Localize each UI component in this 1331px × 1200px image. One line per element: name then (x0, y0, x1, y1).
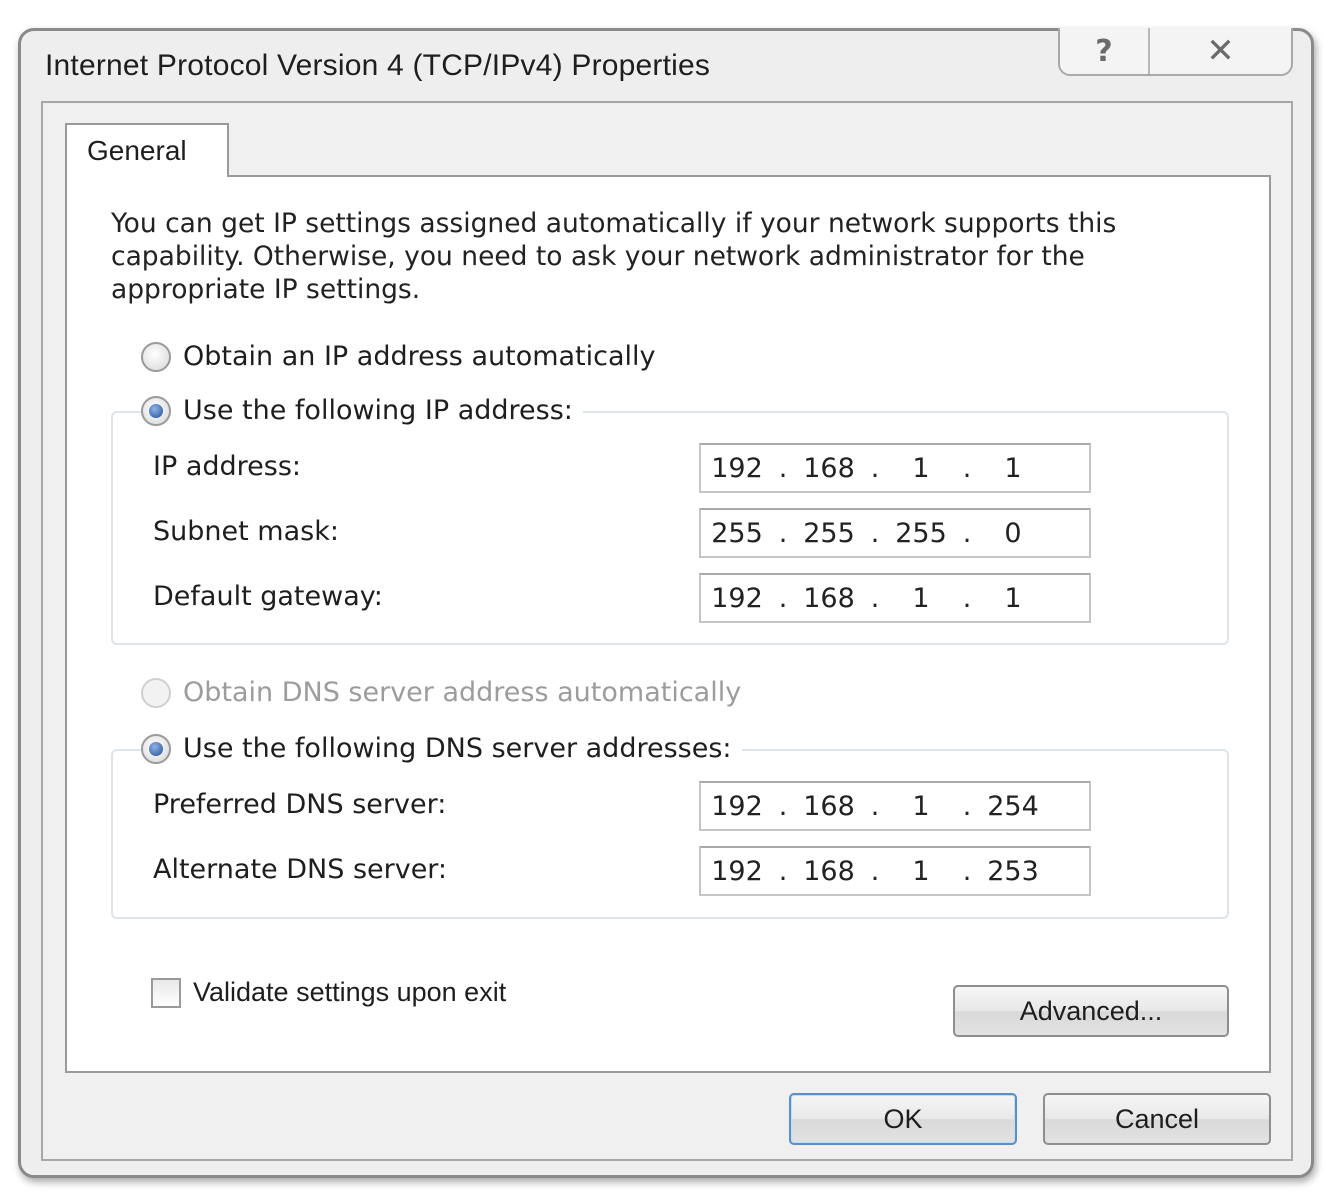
close-icon: ✕ (1206, 31, 1235, 71)
dot: . (962, 452, 972, 484)
octet: 192 (711, 452, 763, 484)
octet: 1 (912, 452, 930, 484)
dot: . (778, 452, 788, 484)
default-gateway-label: Default gateway: (153, 581, 383, 612)
dot: . (778, 517, 788, 549)
validate-settings-row[interactable]: Validate settings upon exit (151, 977, 506, 1008)
dot: . (962, 582, 972, 614)
caption-buttons: ? ✕ (1058, 28, 1293, 76)
dot: . (870, 582, 880, 614)
ok-button[interactable]: OK (789, 1093, 1017, 1145)
dialog-title: Internet Protocol Version 4 (TCP/IPv4) P… (45, 49, 711, 82)
dot: . (778, 790, 788, 822)
ip-address-label: IP address: (153, 451, 301, 482)
dot: . (962, 855, 972, 887)
octet: 255 (895, 517, 947, 549)
alternate-dns-label: Alternate DNS server: (153, 854, 448, 885)
use-following-ip-radio-row[interactable]: Use the following IP address: (141, 395, 583, 426)
validate-settings-label: Validate settings upon exit (193, 977, 507, 1007)
dot: . (778, 855, 788, 887)
help-button[interactable]: ? (1060, 28, 1150, 74)
cancel-button[interactable]: Cancel (1043, 1093, 1271, 1145)
alternate-dns-input[interactable]: 192. 168. 1. 253 (699, 846, 1091, 896)
dot: . (778, 582, 788, 614)
advanced-button[interactable]: Advanced... (953, 985, 1229, 1037)
validate-settings-checkbox[interactable] (151, 977, 181, 1008)
use-following-ip-label: Use the following IP address: (183, 395, 573, 426)
octet: 1 (912, 855, 930, 887)
obtain-dns-auto-radio-row[interactable]: Obtain DNS server address automatically (141, 677, 752, 708)
octet: 1 (912, 582, 930, 614)
octet: 1 (912, 790, 930, 822)
use-following-dns-radio[interactable] (141, 733, 171, 764)
obtain-dns-auto-label: Obtain DNS server address automatically (183, 677, 742, 708)
octet: 0 (1004, 517, 1022, 549)
dot: . (870, 790, 880, 822)
obtain-dns-auto-radio[interactable] (141, 677, 171, 708)
use-following-dns-label: Use the following DNS server addresses: (183, 733, 732, 764)
dot: . (962, 790, 972, 822)
ipv4-properties-dialog: Internet Protocol Version 4 (TCP/IPv4) P… (18, 28, 1314, 1178)
dot: . (870, 855, 880, 887)
close-button[interactable]: ✕ (1150, 28, 1291, 74)
use-following-dns-radio-row[interactable]: Use the following DNS server addresses: (141, 733, 742, 764)
octet: 168 (803, 582, 855, 614)
octet: 255 (711, 517, 763, 549)
use-following-ip-radio[interactable] (141, 395, 171, 426)
octet: 192 (711, 582, 763, 614)
default-gateway-input[interactable]: 192. 168. 1. 1 (699, 573, 1091, 623)
octet: 168 (803, 855, 855, 887)
general-tab-panel: You can get IP settings assigned automat… (65, 175, 1271, 1073)
dialog-client-area: General You can get IP settings assigned… (41, 101, 1293, 1161)
preferred-dns-input[interactable]: 192. 168. 1. 254 (699, 781, 1091, 831)
obtain-ip-auto-radio[interactable] (141, 341, 171, 372)
octet: 255 (803, 517, 855, 549)
octet: 168 (803, 790, 855, 822)
ip-address-group: IP address: 192. 168. 1. 1 Subnet mask: 255… (111, 411, 1229, 645)
subnet-mask-label: Subnet mask: (153, 516, 339, 547)
dns-server-group: Preferred DNS server: 192. 168. 1. 254 Alte… (111, 749, 1229, 919)
octet: 1 (1004, 582, 1022, 614)
octet: 192 (711, 855, 763, 887)
preferred-dns-label: Preferred DNS server: (153, 789, 447, 820)
question-mark-icon: ? (1095, 33, 1113, 69)
dot: . (870, 452, 880, 484)
octet: 253 (987, 855, 1039, 887)
subnet-mask-input[interactable]: 255. 255. 255. 0 (699, 508, 1091, 558)
octet: 1 (1004, 452, 1022, 484)
dot: . (962, 517, 972, 549)
description-text: You can get IP settings assigned automat… (111, 208, 1117, 305)
tab-general[interactable]: General (65, 123, 229, 177)
ip-address-input[interactable]: 192. 168. 1. 1 (699, 443, 1091, 493)
obtain-ip-auto-radio-row[interactable]: Obtain an IP address automatically (141, 341, 666, 372)
dot: . (870, 517, 880, 549)
octet: 168 (803, 452, 855, 484)
octet: 192 (711, 790, 763, 822)
obtain-ip-auto-label: Obtain an IP address automatically (183, 341, 656, 372)
octet: 254 (987, 790, 1039, 822)
